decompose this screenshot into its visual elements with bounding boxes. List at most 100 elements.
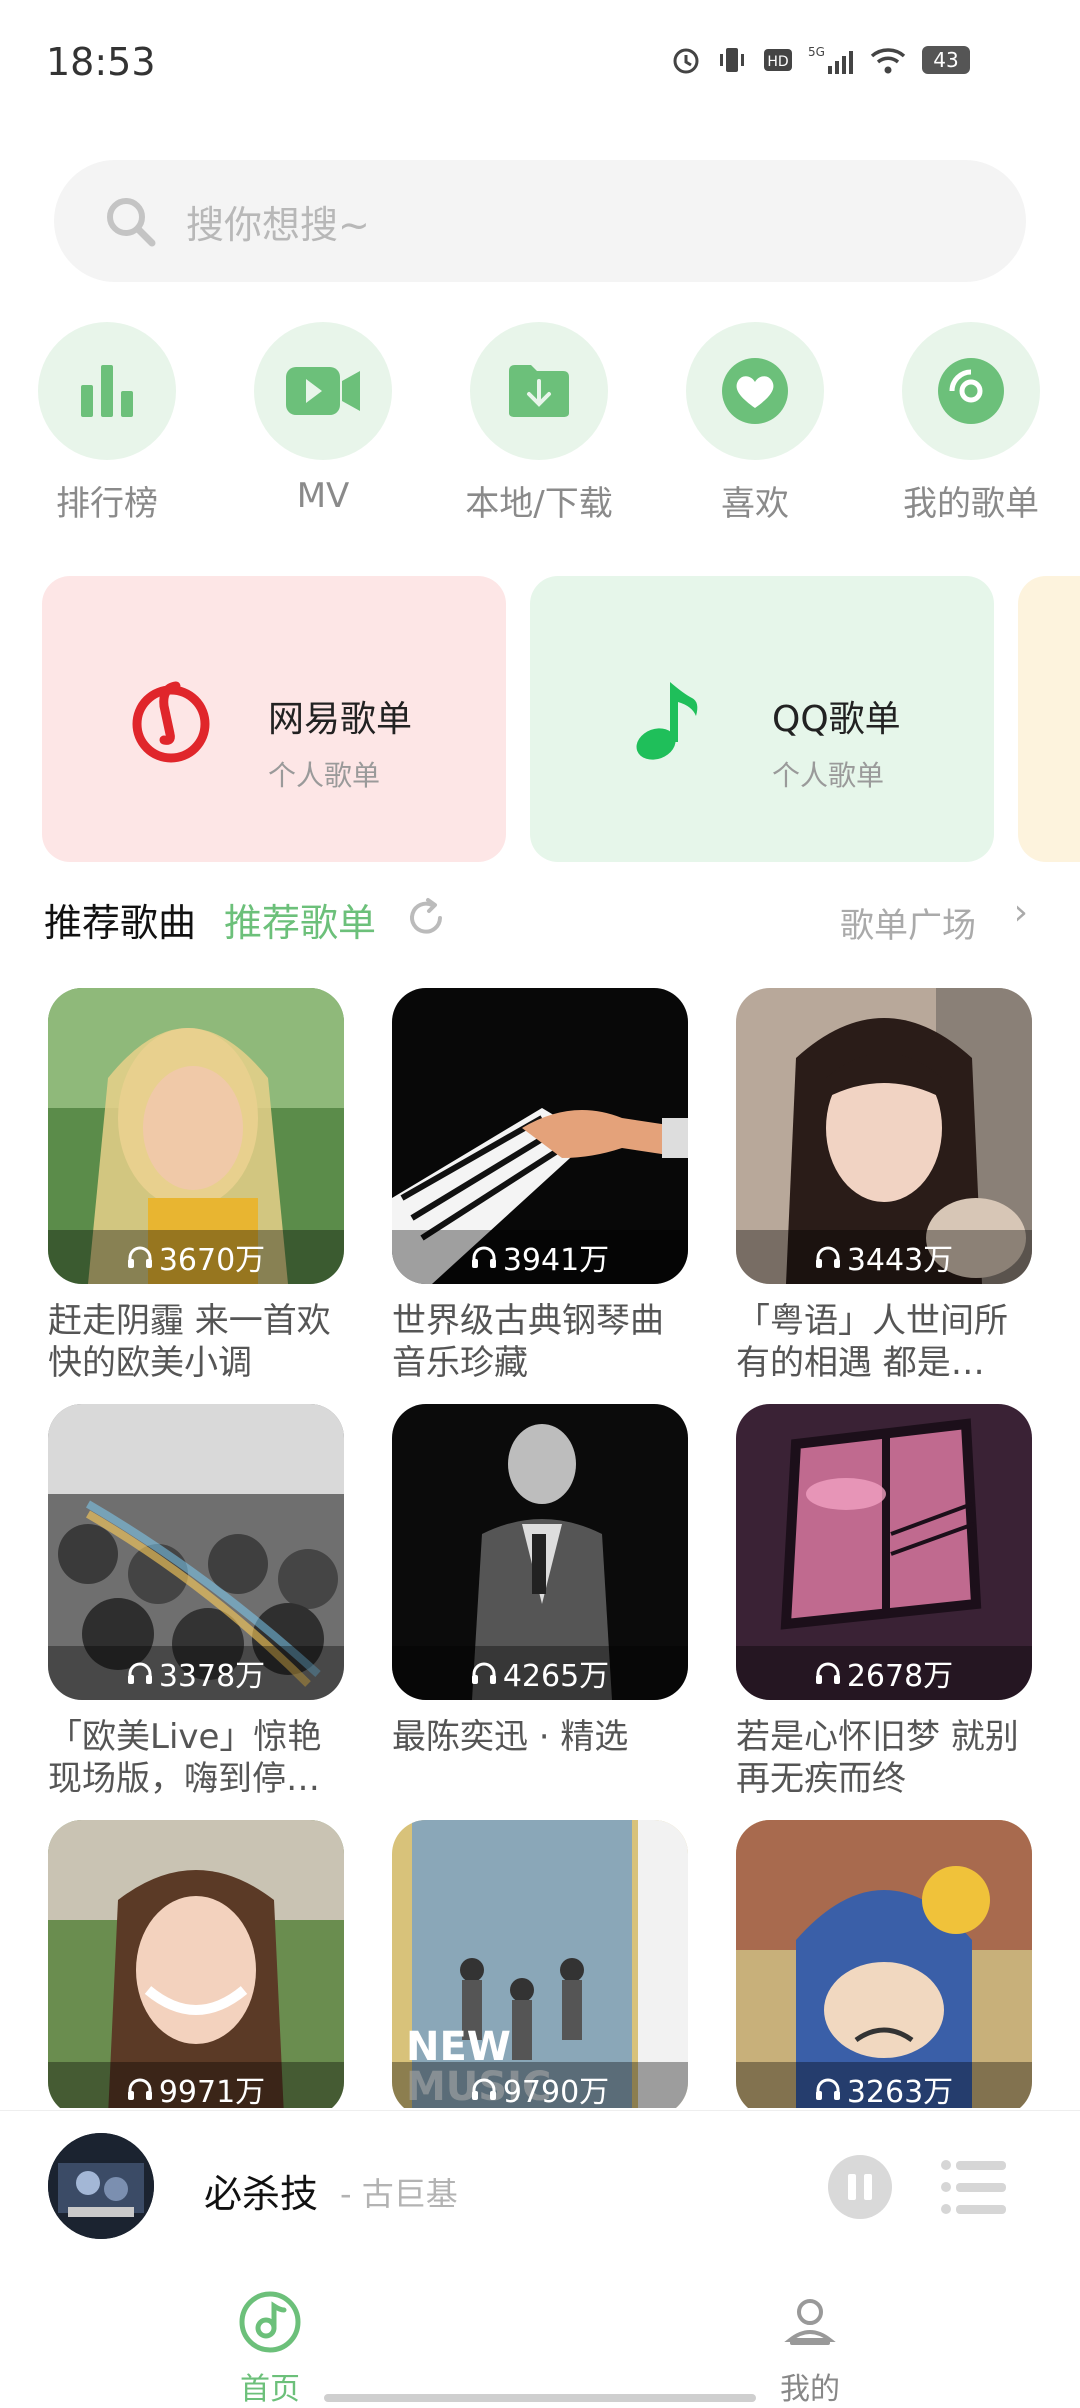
playlist-cover: 9971万: [48, 1820, 344, 2108]
headphones-icon: [471, 1662, 496, 1684]
play-count-value: 4265万: [502, 1659, 610, 1694]
mini-player[interactable]: 必杀技 - 古巨基: [0, 2110, 1080, 2261]
download-folder-icon: [470, 322, 608, 460]
disc-icon: [902, 322, 1040, 460]
play-count: 3670万: [48, 1230, 344, 1284]
playlist-card[interactable]: 3378万 「欧美Live」惊艳现场版，嗨到停…: [48, 1404, 344, 1800]
headphones-icon: [127, 1662, 152, 1684]
playlist-name: 「欧美Live」惊艳现场版，嗨到停…: [48, 1717, 322, 1799]
play-count: 3443万: [736, 1230, 1032, 1284]
search-bar[interactable]: 搜你想搜~: [54, 160, 1026, 282]
playlist-card[interactable]: 9971万: [48, 1820, 344, 2108]
headphones-icon: [127, 1246, 152, 1268]
play-count: 3378万: [48, 1646, 344, 1700]
home-indicator[interactable]: [324, 2394, 756, 2402]
quick-item-label: 喜欢: [721, 484, 789, 524]
play-count-value: 3263万: [846, 2075, 954, 2108]
card-subtitle: 个人歌单: [772, 759, 885, 792]
source-cards: 网易歌单 个人歌单 QQ歌单 个人歌单: [0, 576, 1080, 862]
play-count: 3941万: [392, 1230, 688, 1284]
wifi-icon: [868, 44, 908, 76]
playlist-name: 若是心怀旧梦 就别再无疾而终: [736, 1717, 1019, 1799]
playlist-card[interactable]: 2678万 若是心怀旧梦 就别再无疾而终: [736, 1404, 1032, 1800]
playlist-cover: 4265万: [392, 1404, 688, 1700]
headphones-icon: [815, 1662, 840, 1684]
playlist-name: 赶走阴霾 来一首欢快的欧美小调: [48, 1301, 331, 1383]
quick-item-charts[interactable]: 排行榜: [12, 322, 202, 525]
quick-item-mv[interactable]: MV: [228, 322, 418, 516]
qq-music-note-icon: [636, 682, 698, 760]
play-count: 9790万: [392, 2062, 688, 2108]
nav-home[interactable]: 首页: [170, 2290, 370, 2408]
pause-button[interactable]: [828, 2155, 892, 2219]
playlist-name: 世界级古典钢琴曲音乐珍藏: [392, 1301, 664, 1383]
playlist-card[interactable]: 3443万 「粤语」人世间所有的相遇 都是…: [736, 988, 1032, 1384]
play-count: 2678万: [736, 1646, 1032, 1700]
card-netease[interactable]: 网易歌单 个人歌单: [42, 576, 506, 862]
heart-icon: [686, 322, 824, 460]
playlist-grid: 3670万 赶走阴霾 来一首欢快的欧美小调 3941万 世界级古典钢琴曲音乐珍藏: [0, 988, 1080, 2108]
search-icon: [107, 198, 156, 247]
playlist-queue-icon[interactable]: [940, 2155, 1008, 2219]
playlist-card[interactable]: 3941万 世界级古典钢琴曲音乐珍藏: [392, 988, 688, 1384]
playlist-card[interactable]: 4265万 最陈奕迅 · 精选: [392, 1404, 688, 1800]
headphones-icon: [127, 2078, 152, 2100]
playlist-cover: 3263万: [736, 1820, 1032, 2108]
card-title: 网易歌单: [268, 699, 413, 740]
card-qq[interactable]: QQ歌单 个人歌单: [530, 576, 994, 862]
playlist-card[interactable]: NEW MUSIC 9790万: [392, 1820, 688, 2108]
playlist-square-link[interactable]: 歌单广场: [840, 898, 976, 947]
quick-item-my-playlists[interactable]: 我的歌单: [876, 322, 1066, 525]
headphones-icon: [471, 2078, 496, 2100]
alarm-icon: [670, 44, 702, 76]
search-placeholder: 搜你想搜~: [186, 202, 370, 247]
play-count: 3263万: [736, 2062, 1032, 2108]
bottom-nav: 首页 我的: [0, 2270, 1080, 2408]
video-icon: [254, 322, 392, 460]
headphones-icon: [815, 2078, 840, 2100]
play-count-value: 3443万: [846, 1243, 954, 1278]
tab-recommended-songs[interactable]: 推荐歌曲: [44, 892, 196, 947]
chevron-right-icon[interactable]: ›: [1014, 892, 1028, 933]
song-artist: - 古巨基: [340, 2175, 458, 2213]
play-count-value: 3941万: [502, 1243, 610, 1278]
play-count-value: 9971万: [158, 2075, 266, 2108]
card-title: QQ歌单: [772, 699, 901, 740]
quick-item-likes[interactable]: 喜欢: [660, 322, 850, 525]
playlist-cover: NEW MUSIC 9790万: [392, 1820, 688, 2108]
play-count-value: 9790万: [502, 2075, 610, 2108]
playlist-name: 「粤语」人世间所有的相遇 都是…: [736, 1301, 1008, 1383]
vibrate-icon: [716, 44, 748, 76]
playlist-cover: 3443万: [736, 988, 1032, 1284]
nav-mine[interactable]: 我的: [710, 2290, 910, 2408]
home-music-icon: [239, 2291, 301, 2353]
hd-icon: HD: [762, 44, 794, 76]
album-art[interactable]: [48, 2133, 154, 2239]
signal-icon: 5G: [808, 44, 854, 76]
recommend-tabs: 推荐歌曲 推荐歌单 歌单广场 ›: [44, 888, 1036, 948]
status-bar: 18:53 HD 5G 43: [0, 0, 1080, 120]
play-count: 9971万: [48, 2062, 344, 2108]
status-time: 18:53: [46, 40, 156, 84]
quick-item-local-download[interactable]: 本地/下载: [444, 322, 634, 525]
quick-item-label: 本地/下载: [465, 484, 613, 524]
headphones-icon: [471, 1246, 496, 1268]
card-partial[interactable]: [1018, 576, 1080, 862]
playlist-card[interactable]: 3263万: [736, 1820, 1032, 2108]
play-count-value: 3670万: [158, 1243, 266, 1278]
battery-icon: 43: [922, 46, 970, 74]
chart-icon: [38, 322, 176, 460]
playlist-name: 最陈奕迅 · 精选: [392, 1717, 629, 1757]
quick-item-label: 排行榜: [56, 484, 158, 524]
svg-text:5G: 5G: [808, 45, 825, 59]
playlist-card[interactable]: 3670万 赶走阴霾 来一首欢快的欧美小调: [48, 988, 344, 1384]
quick-item-label: MV: [296, 476, 350, 516]
status-icons: HD 5G 43: [670, 44, 970, 76]
play-count: 4265万: [392, 1646, 688, 1700]
tab-recommended-playlists[interactable]: 推荐歌单: [224, 892, 376, 947]
card-subtitle: 个人歌单: [268, 759, 381, 792]
headphones-icon: [815, 1246, 840, 1268]
refresh-icon[interactable]: [404, 896, 448, 940]
quick-item-label: 我的歌单: [903, 484, 1039, 524]
play-count-value: 2678万: [846, 1659, 954, 1694]
